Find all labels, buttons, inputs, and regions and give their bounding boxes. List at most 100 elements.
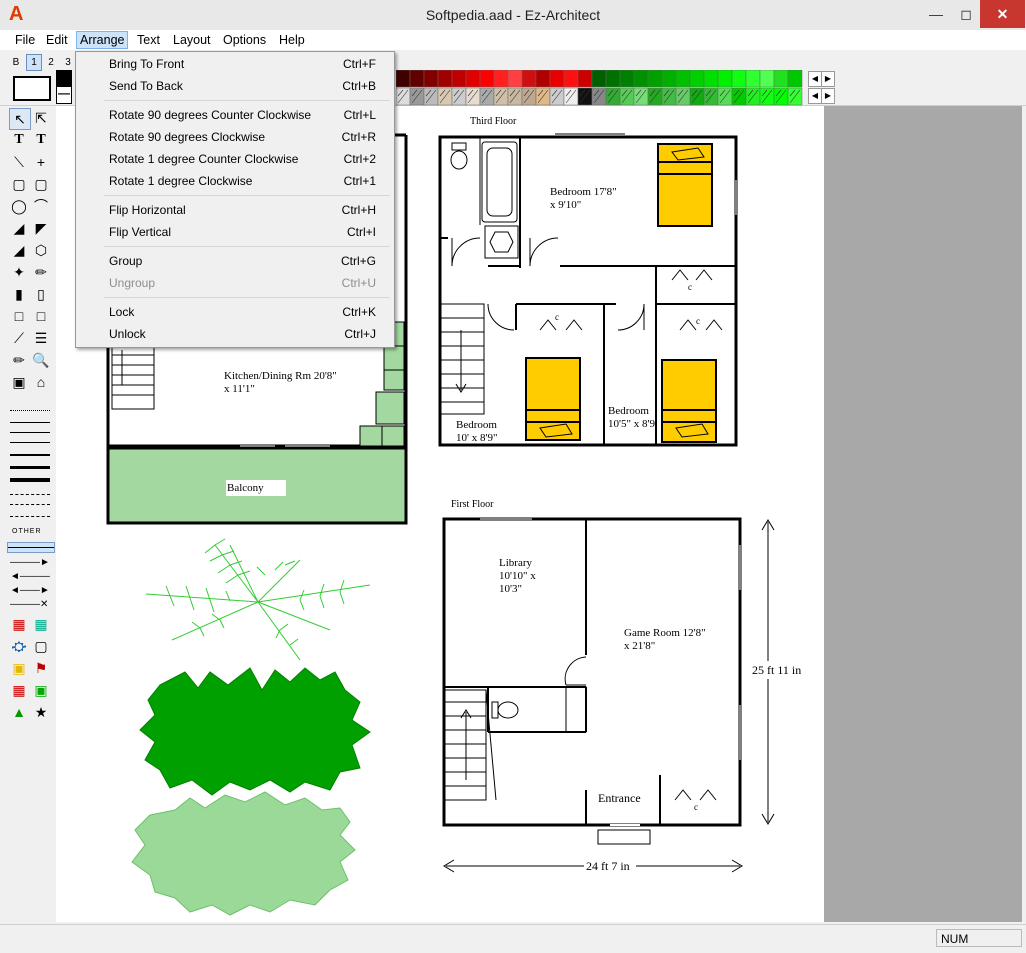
stair-tool-icon[interactable]: ⟋: [9, 328, 29, 348]
palette-scroll-left-1[interactable]: ◀: [808, 71, 822, 87]
menu-item-rotate-90-ccw[interactable]: Rotate 90 degrees Counter Clockwise Ctrl+…: [76, 105, 394, 125]
palette-scroll-right-1[interactable]: ▶: [821, 71, 835, 87]
bedroom1-label-2: x 9'10": [550, 199, 581, 211]
palette-color-swatch: [493, 69, 509, 88]
menu-separator: [104, 297, 390, 298]
line-tool-icon[interactable]: ⟍: [9, 152, 29, 172]
menu-item-rotate-1-ccw[interactable]: Rotate 1 degree Counter Clockwise Ctrl+2: [76, 149, 394, 169]
menu-item-ungroup: Ungroup Ctrl+U: [109, 276, 376, 290]
menu-item-unlock[interactable]: Unlock Ctrl+J: [76, 324, 394, 344]
layer-button-3[interactable]: 3: [60, 54, 76, 71]
palette-scroll-left-2[interactable]: ◀: [808, 88, 822, 104]
appliance-symbol-icon[interactable]: ⛮: [9, 636, 29, 656]
pie-tool-icon[interactable]: ◤: [31, 218, 51, 238]
house-tool-icon[interactable]: ⌂: [31, 372, 51, 392]
menu-item-group[interactable]: Group Ctrl+G: [76, 251, 394, 271]
tree-symbol-icon[interactable]: ▲: [9, 702, 29, 722]
orthogonal-line-tool-icon[interactable]: +: [31, 152, 51, 172]
line-color-swatch[interactable]: —: [56, 86, 72, 104]
door-symbol-icon[interactable]: ▦: [9, 614, 29, 634]
line-width-4[interactable]: [10, 454, 50, 456]
text-tool-icon[interactable]: T: [9, 130, 29, 150]
bath-symbol-icon[interactable]: ★: [31, 702, 51, 722]
polyline-tool-icon[interactable]: ◢: [9, 240, 29, 260]
fill-line-swatches[interactable]: —: [56, 70, 72, 104]
menu-item-send-to-back[interactable]: Send To Back Ctrl+B: [76, 76, 394, 96]
minimize-button[interactable]: —: [921, 0, 951, 28]
menu-item-rotate-90-cw[interactable]: Rotate 90 degrees Clockwise Ctrl+R: [76, 127, 394, 147]
line-style-other[interactable]: OTHER: [12, 528, 42, 535]
fill-color-swatch[interactable]: [56, 70, 72, 86]
text-frame-tool-icon[interactable]: ▣: [9, 372, 29, 392]
electrical-symbol-icon[interactable]: ▣: [9, 658, 29, 678]
current-shape-preview[interactable]: [13, 76, 51, 101]
menu-item-flip-vertical[interactable]: Flip Vertical Ctrl+I: [76, 222, 394, 242]
layer-button-2[interactable]: 2: [43, 54, 59, 71]
text-box-tool-icon[interactable]: T: [31, 130, 51, 150]
zoom-tool-icon[interactable]: 🔍: [31, 350, 51, 370]
menu-item-bring-to-front[interactable]: Bring To Front Ctrl+F: [76, 54, 394, 74]
cart-symbol-icon[interactable]: ▢: [31, 636, 51, 656]
menu-item-lock[interactable]: Lock Ctrl+K: [76, 302, 394, 322]
palette-scroll-right-2[interactable]: ▶: [821, 88, 835, 104]
menu-item-rotate-1-cw[interactable]: Rotate 1 degree Clockwise Ctrl+1: [76, 171, 394, 191]
curve-tool-icon[interactable]: ◢: [9, 218, 29, 238]
line-width-6[interactable]: [10, 478, 50, 482]
menu-edit[interactable]: Edit: [42, 33, 72, 47]
line-width-2[interactable]: [10, 432, 50, 433]
layer-button-1[interactable]: 1: [26, 54, 42, 71]
palette-color-swatch: [647, 69, 663, 88]
menu-item-flip-horizontal[interactable]: Flip Horizontal Ctrl+H: [76, 200, 394, 220]
arrow-style-cross[interactable]: ———✕: [10, 600, 48, 610]
balcony-label: Balcony: [227, 482, 264, 494]
arrow-style-right[interactable]: ———►: [10, 558, 50, 568]
game-room-label-1: Game Room 12'8": [624, 627, 706, 639]
arrow-select-tool-icon[interactable]: ↖: [9, 108, 31, 130]
layer-button-b[interactable]: B: [8, 54, 24, 71]
line-width-3[interactable]: [10, 442, 50, 443]
rotate-select-tool-icon[interactable]: ⇱: [31, 108, 51, 128]
line-width-1[interactable]: [10, 422, 50, 423]
menu-arrange[interactable]: Arrange: [76, 31, 129, 49]
arc-tool-icon[interactable]: ⌒: [31, 196, 51, 216]
wall-angle-tool-icon[interactable]: ▯: [31, 284, 51, 304]
room-tool-icon[interactable]: □: [9, 306, 29, 326]
palette-swatches[interactable]: [395, 69, 806, 106]
stairs-tool-icon[interactable]: ☰: [31, 328, 51, 348]
freehand-shape-tool-icon[interactable]: ✦: [9, 262, 29, 282]
maximize-button[interactable]: ◻: [951, 0, 981, 28]
kitchen-symbol-icon[interactable]: ▦: [9, 680, 29, 700]
menu-help[interactable]: Help: [275, 33, 309, 47]
pencil-tool-icon[interactable]: ✏: [31, 262, 51, 282]
line-style-dashed-2[interactable]: [10, 504, 50, 505]
line-style-dashed-3[interactable]: [10, 516, 50, 517]
color-pattern-palette[interactable]: [395, 69, 806, 106]
rectangle-tool-icon[interactable]: ▢: [9, 174, 29, 194]
bedroom1-label-1: Bedroom 17'8": [550, 186, 617, 198]
menu-file[interactable]: File: [11, 33, 39, 47]
palette-color-swatch: [395, 69, 411, 88]
window-symbol-icon[interactable]: ▦: [31, 614, 51, 634]
car-symbol-icon[interactable]: ▣: [31, 680, 51, 700]
line-width-5[interactable]: [10, 466, 50, 469]
fern-plant: [145, 538, 371, 661]
wall-tool-icon[interactable]: ▮: [9, 284, 29, 304]
room-corner-tool-icon[interactable]: □: [31, 306, 51, 326]
close-button[interactable]: ✕: [980, 0, 1025, 28]
tool-palette: ↖ ⇱ T T ⟍ + ▢ ▢ ◯ ⌒ ◢ ◤ ◢ ⬡ ✦ ✏ ▮ ▯ □ □ …: [6, 106, 55, 922]
arrow-style-both[interactable]: ◄——►: [10, 586, 50, 596]
polygon-tool-icon[interactable]: ⬡: [31, 240, 51, 260]
arrow-style-selected[interactable]: [7, 542, 55, 553]
rounded-rectangle-tool-icon[interactable]: ▢: [31, 174, 51, 194]
menu-options[interactable]: Options: [219, 33, 270, 47]
eraser-tool-icon[interactable]: ✏: [9, 350, 29, 370]
arrow-style-left[interactable]: ◄———: [10, 572, 50, 582]
line-style-dotted[interactable]: [10, 410, 50, 412]
bedroom2-label-2: 10' x 8'9": [456, 432, 497, 444]
palette-color-swatch: [703, 69, 719, 88]
line-style-dashed-1[interactable]: [10, 494, 50, 495]
chair-symbol-icon[interactable]: ⚑: [31, 658, 51, 678]
ellipse-tool-icon[interactable]: ◯: [9, 196, 29, 216]
menu-text[interactable]: Text: [133, 33, 164, 47]
menu-layout[interactable]: Layout: [169, 33, 215, 47]
